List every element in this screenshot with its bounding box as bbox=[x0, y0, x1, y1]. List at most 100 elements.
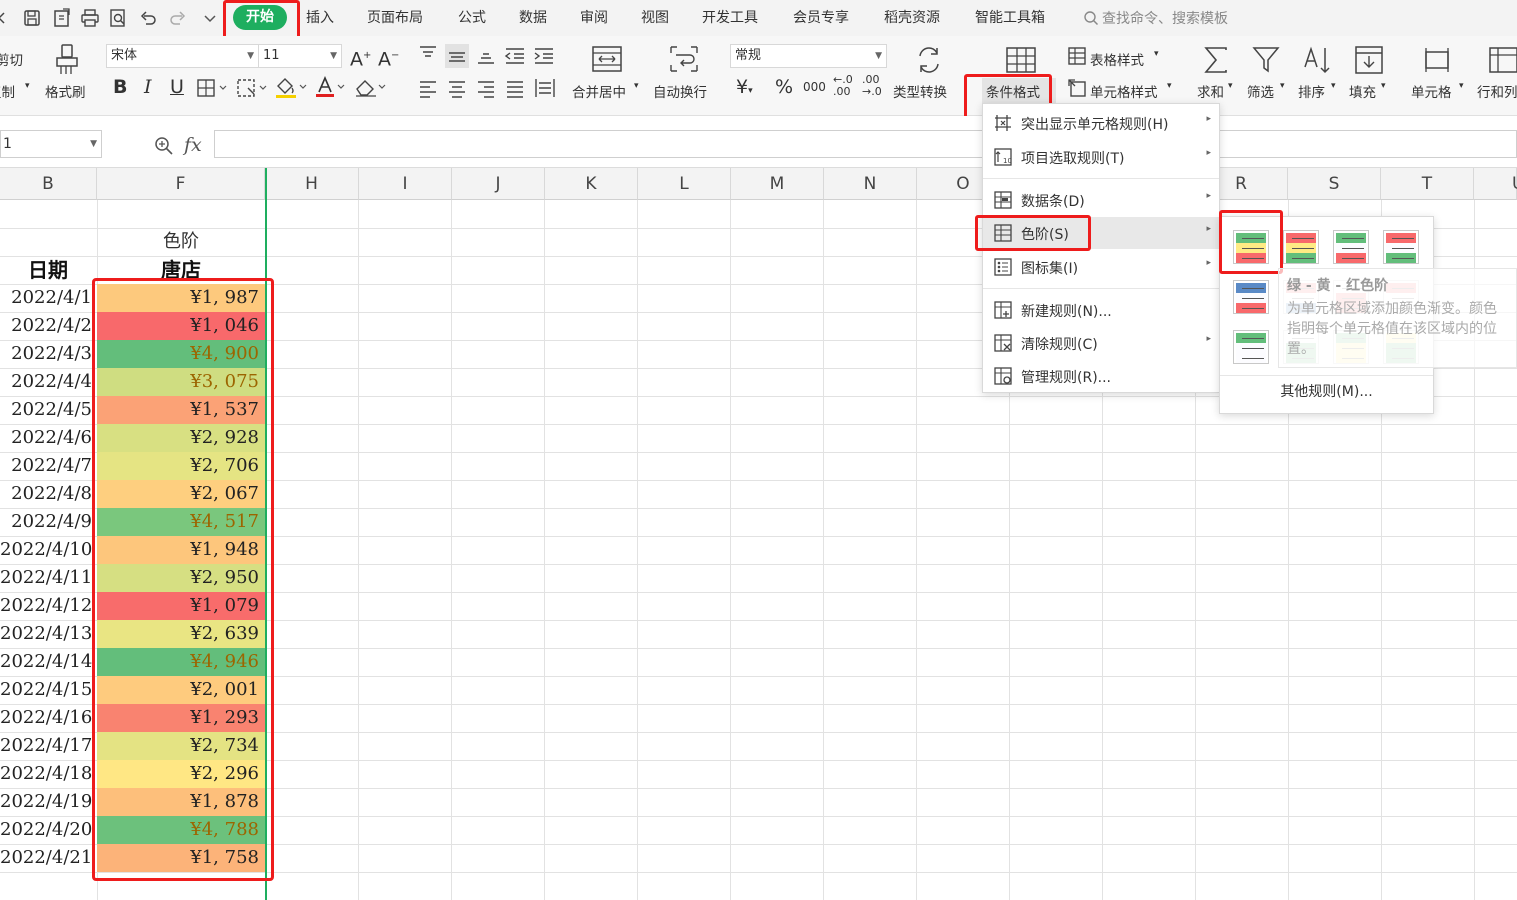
date-cell[interactable]: 2022/4/16 bbox=[0, 704, 94, 732]
column-header-n[interactable]: N bbox=[824, 168, 917, 200]
format-painter-icon[interactable] bbox=[54, 44, 80, 76]
fill-icon[interactable] bbox=[1354, 45, 1384, 75]
chevron-down-icon[interactable]: ▾ bbox=[1228, 81, 1233, 91]
name-box[interactable]: 1 ▼ bbox=[0, 130, 102, 158]
italic-icon[interactable]: I bbox=[144, 77, 152, 97]
format-painter-button[interactable]: 格式刷 bbox=[45, 81, 86, 101]
tab-insert[interactable]: 插入 bbox=[306, 9, 334, 27]
date-cell[interactable]: 2022/4/15 bbox=[0, 676, 94, 704]
cut-button[interactable]: 剪切 bbox=[0, 49, 23, 69]
filter-icon[interactable] bbox=[1251, 45, 1281, 75]
quick-access-dropdown-icon[interactable] bbox=[200, 8, 220, 28]
copy-button[interactable]: 复制 bbox=[0, 81, 15, 101]
column-header-m[interactable]: M bbox=[731, 168, 824, 200]
decrease-font-icon[interactable]: A− bbox=[378, 46, 399, 69]
type-convert-button[interactable]: 类型转换 bbox=[893, 81, 947, 101]
column-header-b[interactable]: B bbox=[0, 168, 97, 200]
menu-item-manage-rules[interactable]: 管理规则(R)... bbox=[983, 360, 1219, 392]
chevron-down-icon[interactable]: ▾ bbox=[1381, 81, 1386, 91]
chevron-down-icon[interactable]: ▾ bbox=[1280, 81, 1285, 91]
fill-button[interactable]: 填充 bbox=[1349, 81, 1376, 101]
tab-smart-toolbox[interactable]: 智能工具箱 bbox=[975, 9, 1045, 27]
tab-member[interactable]: 会员专享 bbox=[793, 9, 849, 27]
font-color-icon[interactable] bbox=[314, 76, 348, 98]
fill-color-icon[interactable] bbox=[274, 76, 308, 98]
insert-function-icon[interactable]: fx bbox=[184, 134, 202, 156]
cell-style-button[interactable]: 单元格样式 bbox=[1090, 81, 1158, 101]
tab-review[interactable]: 审阅 bbox=[580, 9, 608, 27]
table-style-icon[interactable] bbox=[1067, 46, 1087, 66]
column-header-k[interactable]: K bbox=[545, 168, 638, 200]
column-header-i[interactable]: I bbox=[359, 168, 452, 200]
chevron-down-icon[interactable]: ▾ bbox=[1331, 81, 1336, 91]
date-cell[interactable]: 2022/4/7 bbox=[0, 452, 94, 480]
date-cell[interactable]: 2022/4/5 bbox=[0, 396, 94, 424]
copy-dropdown-icon[interactable]: ▾ bbox=[25, 81, 30, 91]
undo-icon[interactable] bbox=[138, 8, 158, 28]
distributed-align-icon[interactable] bbox=[534, 77, 556, 99]
color-scale-swatch[interactable] bbox=[1383, 230, 1419, 264]
bold-icon[interactable]: B bbox=[113, 77, 127, 97]
menu-item-top-bottom-rules[interactable]: 10 项目选取规则(T) ▸ bbox=[983, 141, 1219, 173]
date-cell[interactable]: 2022/4/13 bbox=[0, 620, 94, 648]
justify-icon[interactable] bbox=[505, 79, 525, 99]
table-style-button[interactable]: 表格样式 bbox=[1090, 49, 1144, 69]
chevron-left-icon[interactable] bbox=[0, 8, 12, 28]
color-scale-swatch[interactable] bbox=[1233, 330, 1269, 364]
menu-item-highlight-rules[interactable]: 突出显示单元格规则(H) ▸ bbox=[983, 107, 1219, 139]
date-cell[interactable]: 2022/4/1 bbox=[0, 284, 94, 312]
header-date[interactable]: 日期 bbox=[0, 256, 94, 284]
subheader-color-scale[interactable]: 色阶 bbox=[97, 228, 265, 256]
border-icon[interactable] bbox=[196, 78, 228, 98]
menu-item-icon-sets[interactable]: 图标集(I) ▸ bbox=[983, 251, 1219, 283]
increase-font-icon[interactable]: A+ bbox=[350, 46, 371, 69]
align-middle-icon[interactable] bbox=[445, 44, 469, 68]
increase-indent-icon[interactable] bbox=[533, 46, 555, 66]
tab-data[interactable]: 数据 bbox=[519, 9, 547, 27]
column-header-l[interactable]: L bbox=[638, 168, 731, 200]
color-scale-swatch[interactable] bbox=[1233, 280, 1269, 314]
date-cell[interactable]: 2022/4/18 bbox=[0, 760, 94, 788]
date-cell[interactable]: 2022/4/21 bbox=[0, 844, 94, 872]
date-cell[interactable]: 2022/4/3 bbox=[0, 340, 94, 368]
redo-icon[interactable] bbox=[168, 8, 188, 28]
cell-format-icon[interactable] bbox=[236, 78, 268, 98]
tab-view[interactable]: 视图 bbox=[641, 9, 669, 27]
date-cell[interactable]: 2022/4/14 bbox=[0, 648, 94, 676]
cell-icon[interactable] bbox=[1422, 46, 1452, 74]
menu-item-data-bars[interactable]: 数据条(D) ▸ bbox=[983, 184, 1219, 216]
date-cell[interactable]: 2022/4/8 bbox=[0, 480, 94, 508]
menu-item-new-rule[interactable]: 新建规则(N)... bbox=[983, 294, 1219, 326]
command-search[interactable]: 查找命令、搜索模板 bbox=[1083, 8, 1228, 28]
date-cell[interactable]: 2022/4/9 bbox=[0, 508, 94, 536]
align-right-icon[interactable] bbox=[476, 79, 496, 99]
type-convert-icon[interactable] bbox=[914, 45, 944, 75]
merge-center-icon[interactable] bbox=[591, 44, 623, 74]
date-cell[interactable]: 2022/4/12 bbox=[0, 592, 94, 620]
row-col-icon[interactable] bbox=[1488, 46, 1517, 74]
cell-style-icon[interactable] bbox=[1067, 78, 1087, 98]
more-rules-item[interactable]: 其他规则(M)... bbox=[1220, 381, 1433, 401]
cell-button[interactable]: 单元格 bbox=[1411, 81, 1452, 101]
color-scale-swatch[interactable] bbox=[1333, 230, 1369, 264]
decrease-indent-icon[interactable] bbox=[504, 46, 526, 66]
align-left-icon[interactable] bbox=[418, 79, 438, 99]
align-top-icon[interactable] bbox=[418, 44, 438, 64]
chevron-down-icon[interactable]: ▾ bbox=[1459, 81, 1464, 91]
tab-developer[interactable]: 开发工具 bbox=[702, 9, 758, 27]
tab-formula[interactable]: 公式 bbox=[458, 9, 486, 27]
zoom-icon[interactable] bbox=[154, 136, 174, 160]
number-format-select[interactable]: 常规 ▼ bbox=[730, 44, 887, 68]
underline-icon[interactable]: U bbox=[170, 77, 184, 97]
chevron-down-icon[interactable]: ▾ bbox=[634, 81, 639, 91]
column-header-h[interactable]: H bbox=[265, 168, 359, 200]
date-cell[interactable]: 2022/4/10 bbox=[0, 536, 94, 564]
date-cell[interactable]: 2022/4/19 bbox=[0, 788, 94, 816]
tab-daoke-resources[interactable]: 稻壳资源 bbox=[884, 9, 940, 27]
column-header-t[interactable]: T bbox=[1381, 168, 1474, 200]
currency-icon[interactable]: ¥▾ bbox=[736, 77, 753, 101]
align-bottom-icon[interactable] bbox=[476, 46, 496, 66]
date-cell[interactable]: 2022/4/20 bbox=[0, 816, 94, 844]
print-icon[interactable] bbox=[80, 8, 100, 28]
date-cell[interactable]: 2022/4/4 bbox=[0, 368, 94, 396]
